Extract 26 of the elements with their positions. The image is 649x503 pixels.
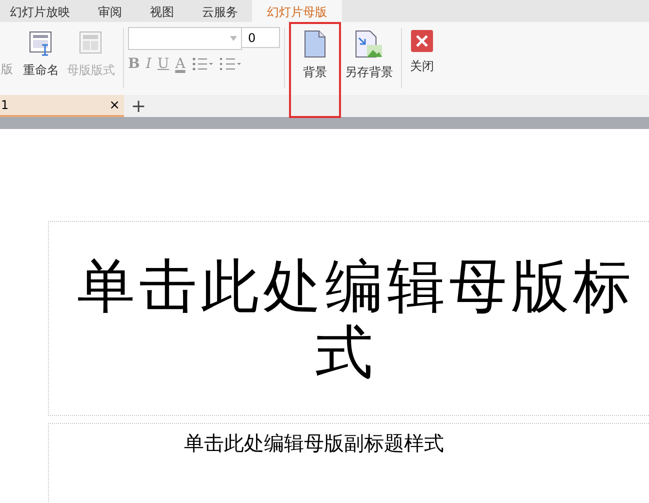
subtitle-placeholder[interactable]: 单击此处编辑母版副标题样式 <box>48 423 649 503</box>
slide-rename-icon <box>28 30 54 56</box>
numbered-list-icon[interactable] <box>219 56 242 72</box>
page-icon <box>304 30 326 58</box>
rename-button[interactable]: 重命名 <box>19 22 63 95</box>
menu-tab[interactable]: 审阅 <box>84 0 136 22</box>
title-text: 单击此处编辑母版标 <box>77 252 635 318</box>
close-button[interactable]: 关闭 <box>406 22 438 95</box>
document-tab[interactable]: 1 × <box>0 95 124 117</box>
menu-tab[interactable]: 幻灯片放映 <box>8 0 84 22</box>
layout-icon <box>78 30 104 56</box>
bullet-list-icon[interactable] <box>191 56 214 72</box>
menu-tab[interactable]: 视图 <box>136 0 188 22</box>
title-placeholder[interactable]: 单击此处编辑母版标 式 <box>48 221 649 416</box>
close-icon <box>411 30 433 52</box>
title-text: 式 <box>315 318 373 384</box>
dropdown-caret-icon[interactable] <box>230 36 237 41</box>
image-page-icon <box>355 30 383 58</box>
close-tab-button[interactable]: × <box>109 98 120 112</box>
background-button[interactable]: 背景 <box>289 22 341 118</box>
menu-tab[interactable]: 云服务 <box>188 0 252 22</box>
font-size-field[interactable]: 0 <box>242 27 280 48</box>
subtitle-text: 单击此处编辑母版副标题样式 <box>184 430 444 457</box>
font-name-field[interactable] <box>128 27 242 50</box>
save-background-button[interactable]: 另存背景 <box>341 22 397 95</box>
new-tab-button[interactable]: + <box>131 96 146 116</box>
